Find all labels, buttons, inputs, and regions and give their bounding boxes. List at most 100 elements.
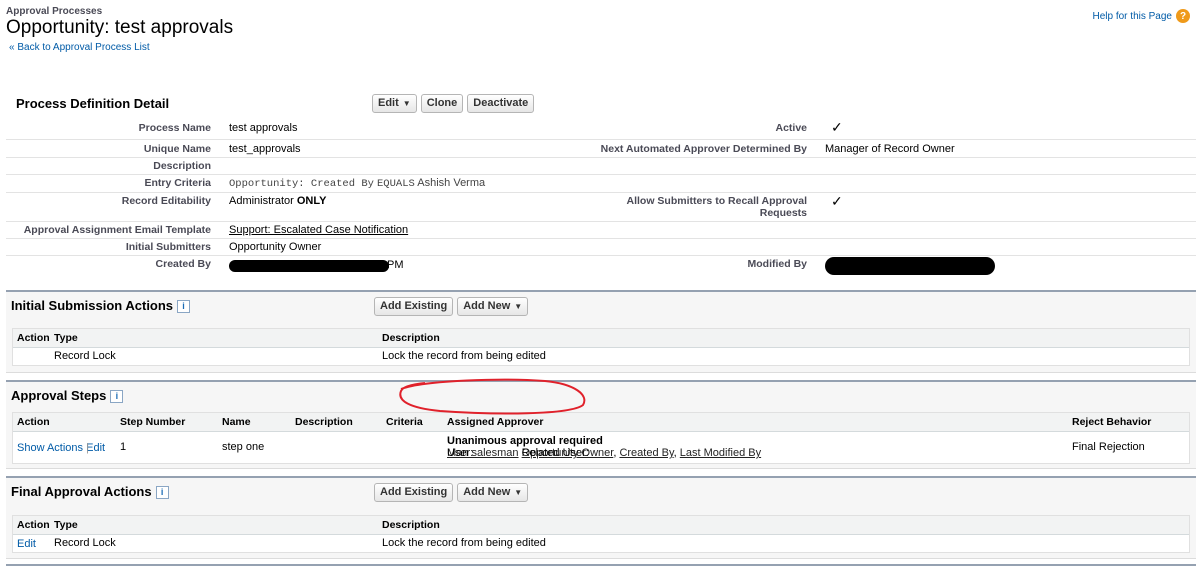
clone-button[interactable]: Clone	[420, 94, 464, 113]
detail-button-bar: Edit ▼ Clone Deactivate	[372, 94, 535, 113]
detail-row-entry-criteria: Entry Criteria Opportunity: Created By E…	[6, 175, 1196, 193]
column-header-type: Type	[54, 332, 78, 344]
created-by-label: Created By	[155, 258, 211, 270]
user-prefix: User:	[447, 447, 474, 459]
chevron-down-icon[interactable]: ▼	[514, 488, 522, 497]
panel-final-approval-actions: Final Approval Actions i Add Existing Add…	[6, 476, 1196, 559]
show-actions-link[interactable]: Show Actions	[17, 442, 83, 454]
redacted-block	[825, 257, 995, 275]
approval-steps-table: Action Step Number Name Description Crit…	[12, 412, 1190, 464]
table-header: Action Type Description	[13, 516, 1189, 535]
detail-row-email-template: Approval Assignment Email Template Suppo…	[6, 222, 1196, 239]
table-row: Show Actions | Edit 1 step one Unanimous…	[13, 432, 1189, 462]
email-template-link[interactable]: Support: Escalated Case Notification	[229, 224, 408, 236]
table-header: Action Step Number Name Description Crit…	[13, 413, 1189, 432]
column-header-description: Description	[295, 416, 353, 428]
assigned-approver-cell: Unanimous approval required User: Man sa…	[447, 435, 762, 459]
breadcrumb: Approval Processes	[6, 6, 103, 17]
edit-action-link[interactable]: Edit	[17, 538, 36, 550]
info-icon[interactable]: i	[110, 390, 124, 403]
column-header-name: Name	[222, 416, 251, 428]
allow-recall-label: Allow Submitters to Recall Approval Requ…	[626, 195, 807, 219]
panel-title: Initial Submission Actions i	[11, 298, 191, 313]
detail-row-initial-submitters: Initial Submitters Opportunity Owner	[6, 239, 1196, 256]
step-name: step one	[222, 441, 265, 453]
next-approver-value: Manager of Record Owner	[825, 143, 955, 155]
edit-button-label[interactable]: Edit	[378, 97, 399, 109]
detail-row-created-modified: Created By PM Modified By	[6, 256, 1196, 278]
column-header-description: Description	[382, 519, 440, 531]
record-editability-label: Record Editability	[121, 195, 211, 207]
related-user-link-created-by[interactable]: Created By	[619, 447, 673, 459]
record-editability-value: Administrator ONLY	[229, 195, 326, 207]
panel-title-text: Final Approval Actions	[11, 484, 152, 499]
edit-button[interactable]: Edit ▼	[372, 94, 417, 113]
unique-name-label: Unique Name	[143, 143, 211, 155]
annotation-circle	[399, 378, 586, 415]
panel-divider	[6, 564, 1196, 566]
entry-criteria-user: Ashish Verma	[417, 177, 486, 189]
entry-criteria-field: Opportunity: Created By	[229, 178, 374, 190]
active-label: Active	[775, 122, 807, 134]
record-editability-suffix: ONLY	[296, 195, 327, 207]
checkmark-icon: ✓	[831, 193, 843, 209]
final-approval-table: Action Type Description Edit Record Lock…	[12, 515, 1190, 553]
detail-row-unique-name: Unique Name test_approvals Next Automate…	[6, 140, 1196, 158]
process-name-value: test approvals	[229, 122, 298, 134]
add-new-button[interactable]: Add New ▼	[457, 483, 529, 502]
related-prefix: Related User:	[521, 447, 589, 459]
column-header-criteria: Criteria	[386, 416, 423, 428]
modified-by-label: Modified By	[747, 258, 808, 270]
row-type: Record Lock	[54, 537, 116, 549]
column-header-step-number: Step Number	[120, 416, 186, 428]
redacted-block	[229, 260, 389, 272]
panel-title: Approval Steps i	[11, 388, 124, 403]
panel-button-bar: Add Existing Add New ▼	[374, 297, 529, 316]
row-description: Lock the record from being edited	[382, 350, 546, 362]
column-header-description: Description	[382, 332, 440, 344]
page-title: Opportunity: test approvals	[6, 17, 234, 38]
section-title-process-definition: Process Definition Detail	[16, 96, 170, 111]
panel-button-bar: Add Existing Add New ▼	[374, 483, 529, 502]
detail-row-record-editability: Record Editability Administrator ONLY Al…	[6, 193, 1196, 222]
initial-submitters-value: Opportunity Owner	[229, 241, 322, 253]
help-link[interactable]: Help for this Page ?	[1093, 9, 1190, 23]
info-icon[interactable]: i	[155, 486, 169, 499]
detail-row-process-name: Process Name test approvals Active ✓	[6, 117, 1196, 140]
back-to-list-link[interactable]: « Back to Approval Process List	[9, 42, 150, 53]
deactivate-button[interactable]: Deactivate	[467, 94, 535, 113]
row-actions: Show Actions | Edit	[17, 442, 105, 454]
email-template-label: Approval Assignment Email Template	[23, 224, 211, 236]
chevron-down-icon[interactable]: ▼	[403, 99, 411, 108]
add-new-button-label[interactable]: Add New	[463, 300, 510, 312]
table-row: Edit Record Lock Lock the record from be…	[13, 535, 1189, 552]
info-icon[interactable]: i	[177, 300, 191, 313]
help-link-label[interactable]: Help for this Page	[1093, 11, 1173, 22]
row-description: Lock the record from being edited	[382, 537, 546, 549]
add-new-button[interactable]: Add New ▼	[457, 297, 529, 316]
add-new-button-label[interactable]: Add New	[463, 486, 510, 498]
chevron-down-icon[interactable]: ▼	[514, 302, 522, 311]
help-icon[interactable]: ?	[1176, 9, 1190, 23]
panel-title: Final Approval Actions i	[11, 484, 169, 499]
column-header-action: Action	[17, 519, 50, 531]
process-name-label: Process Name	[138, 122, 211, 134]
next-approver-label: Next Automated Approver Determined By	[600, 143, 807, 155]
column-header-action: Action	[17, 332, 50, 344]
add-existing-button[interactable]: Add Existing	[374, 297, 454, 316]
table-header: Action Type Description	[13, 329, 1189, 348]
detail-row-description: Description	[6, 158, 1196, 175]
record-editability-prefix: Administrator	[229, 195, 294, 207]
panel-title-text: Initial Submission Actions	[11, 298, 174, 313]
table-row: Record Lock Lock the record from being e…	[13, 348, 1189, 365]
column-header-type: Type	[54, 519, 78, 531]
panel-initial-submission-actions: Initial Submission Actions i Add Existing…	[6, 290, 1196, 373]
row-type: Record Lock	[54, 350, 116, 362]
checkmark-icon: ✓	[831, 119, 843, 135]
created-by-visible-text: PM	[387, 259, 404, 271]
add-existing-button[interactable]: Add Existing	[374, 483, 454, 502]
panel-title-text: Approval Steps	[11, 388, 107, 403]
column-header-assigned-approver: Assigned Approver	[447, 416, 544, 428]
related-user-link-last-modified-by[interactable]: Last Modified By	[680, 447, 761, 459]
panel-approval-steps: Approval Steps i Action Step Number Name …	[6, 380, 1196, 469]
